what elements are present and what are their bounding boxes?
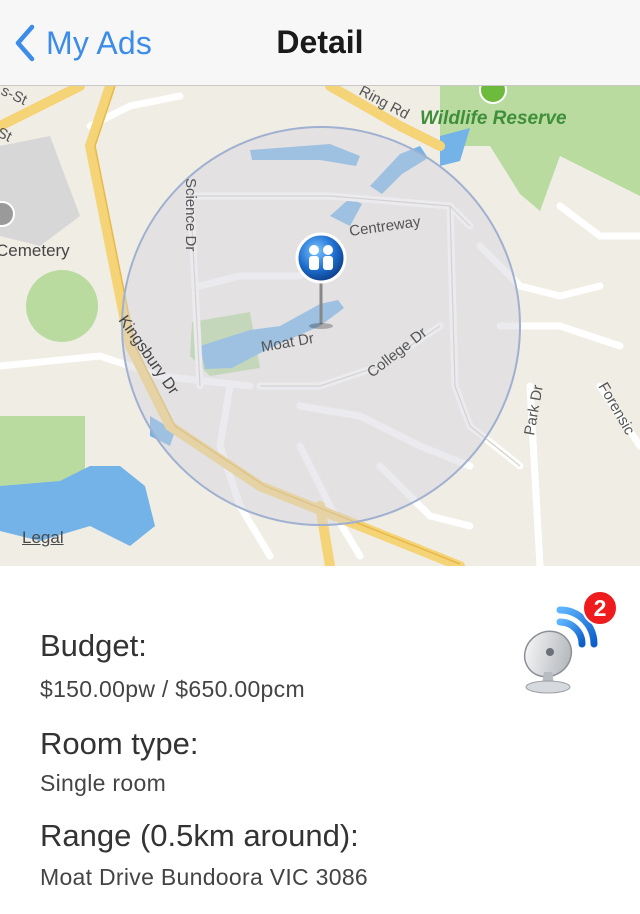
tree-icon xyxy=(479,86,507,104)
map-label-park-dr: Park Dr xyxy=(521,384,547,437)
map-label-street-partial: St xyxy=(0,124,15,146)
budget-label: Budget: xyxy=(40,628,147,663)
map-label-science-dr: Science Dr xyxy=(182,178,199,251)
map-label-cemetery: Cemetery xyxy=(0,241,70,260)
back-button-label: My Ads xyxy=(46,24,153,61)
legal-link[interactable]: Legal xyxy=(22,528,64,548)
park-area xyxy=(440,86,640,211)
cemetery-marker-icon xyxy=(0,201,15,227)
map-label-wildlife-reserve: Wildlife Reserve xyxy=(420,108,567,129)
budget-value: $150.00pw / $650.00pcm xyxy=(40,676,305,702)
range-value: Moat Drive Bundoora VIC 3086 xyxy=(40,864,369,890)
map-label-forensic: Forensic xyxy=(595,380,639,439)
cemetery-area xyxy=(0,136,80,246)
chevron-left-icon xyxy=(15,24,35,62)
map-label-street-partial: s-St xyxy=(0,86,30,109)
room-type-value: Single room xyxy=(40,770,167,796)
navigation-bar: My Ads Detail xyxy=(0,0,640,86)
location-pin-icon[interactable] xyxy=(294,232,348,332)
park-area xyxy=(26,270,98,342)
room-type-label: Room type: xyxy=(40,726,199,761)
map-view[interactable]: Ring Rd Wildlife Reserve Cemetery Scienc… xyxy=(0,86,640,566)
back-button[interactable]: My Ads xyxy=(14,18,152,68)
notification-badge: 2 xyxy=(582,590,618,626)
range-label: Range (0.5km around): xyxy=(40,818,359,853)
